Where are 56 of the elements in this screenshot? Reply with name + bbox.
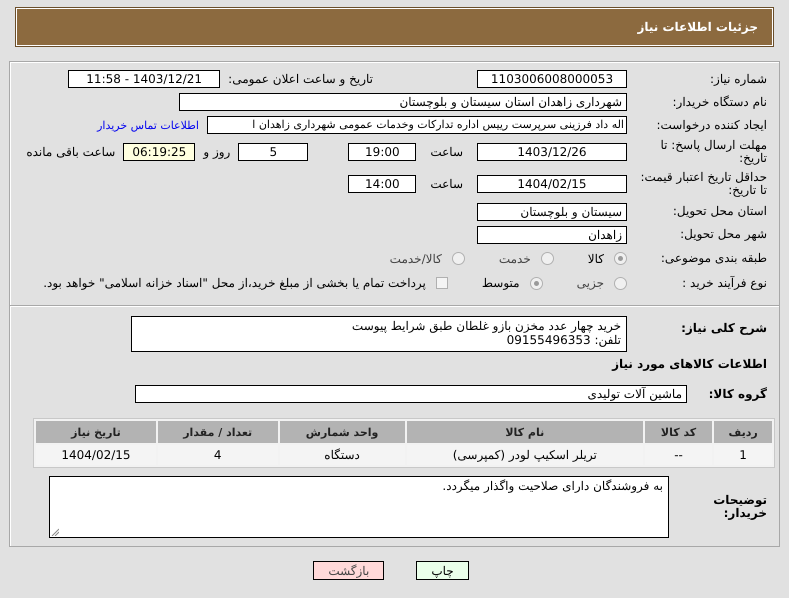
radio-button[interactable]	[614, 276, 627, 290]
option-label: کالا/خدمت	[390, 252, 442, 266]
field-label: طبقه بندی موضوعی:	[660, 252, 768, 265]
field-label: ساعت	[430, 177, 463, 191]
field-label: شماره نیاز:	[709, 72, 768, 86]
field-label: توضیحات خریدار:	[712, 494, 768, 520]
print-button[interactable]: چاپ	[416, 561, 469, 580]
radio-button[interactable]	[614, 252, 627, 265]
column-header: کد کالا	[644, 421, 712, 443]
option-label: جزیی	[576, 276, 604, 290]
province-field: سیستان و بلوچستان	[477, 202, 627, 220]
field-label: حداقل تاریخ اعتبار قیمت: تا تاریخ:	[639, 171, 768, 197]
option-label: پرداخت تمام یا بخشی از مبلغ خرید،از محل "اسناد خزانه اسلامی" خواهد بود.	[43, 276, 426, 290]
field-label: ساعت	[430, 145, 463, 159]
resize-grip-icon	[51, 528, 59, 536]
field-label: شرح کلی نیاز:	[680, 320, 768, 335]
field-label: نام دستگاه خریدار:	[672, 96, 768, 108]
announce-date-field: 1403/12/21 - 11:58	[68, 70, 220, 88]
description-field: خرید چهار عدد مخزن بازو غلطان طبق شرایط پیوست تلفن: 09155496353	[131, 316, 627, 352]
section-heading: اطلاعات کالاهای مورد نیاز	[612, 357, 768, 371]
field-label: مهلت ارسال پاسخ: تا تاریخ:	[659, 139, 768, 165]
column-header: ردیف	[714, 421, 772, 443]
goods-group-field: ماشین آلات تولیدی	[135, 385, 687, 403]
field-label: ایجاد کننده درخواست:	[655, 118, 768, 132]
remaining-time-field: 06:19:25	[123, 143, 196, 161]
field-label: استان محل تحویل:	[672, 205, 768, 218]
field-label: تاریخ و ساعت اعلان عمومی:	[228, 72, 373, 86]
option-label: خدمت	[498, 252, 531, 266]
page-title: جزئیات اطلاعات نیاز	[637, 20, 758, 34]
city-field: زاهدان	[477, 226, 627, 244]
buyer-org-field: شهرداری زاهدان استان سیستان و بلوچستان	[179, 93, 627, 111]
validity-date-field: 1404/02/15	[477, 175, 627, 193]
back-button[interactable]: بازگشت	[313, 561, 384, 580]
field-label: ساعت باقی مانده	[26, 145, 116, 159]
column-header: تعداد / مقدار	[158, 421, 278, 443]
field-label: نوع فرآیند خرید :	[681, 276, 768, 290]
option-label: متوسط	[482, 276, 520, 290]
column-header: واحد شمارش	[280, 421, 405, 443]
radio-button[interactable]	[530, 276, 543, 290]
checkbox[interactable]	[436, 277, 448, 289]
notes-field: به فروشندگان دارای صلاحیت واگذار میگردد.	[49, 476, 669, 538]
option-label: کالا	[588, 252, 604, 266]
column-header: تاریخ نیاز	[36, 421, 156, 443]
deadline-date-field: 1403/12/26	[477, 143, 627, 161]
column-header: نام کالا	[406, 421, 643, 443]
field-label: گروه کالا:	[708, 388, 768, 400]
requester-field: اله داد فرزینی سرپرست رییس اداره تدارکات وخدمات عمومی شهرداری زاهدان ا	[207, 116, 627, 134]
deadline-time-field: 19:00	[348, 143, 416, 161]
radio-button[interactable]	[540, 252, 554, 265]
radio-button[interactable]	[452, 252, 465, 265]
field-label: روز و	[203, 145, 230, 159]
field-label: شهر محل تحویل:	[679, 228, 768, 241]
contact-link[interactable]: اطلاعات تماس خریدار	[97, 118, 199, 132]
validity-time-field: 14:00	[348, 175, 416, 193]
days-field: 5	[238, 143, 308, 161]
need-number-field: 1103006008000053	[477, 70, 627, 88]
